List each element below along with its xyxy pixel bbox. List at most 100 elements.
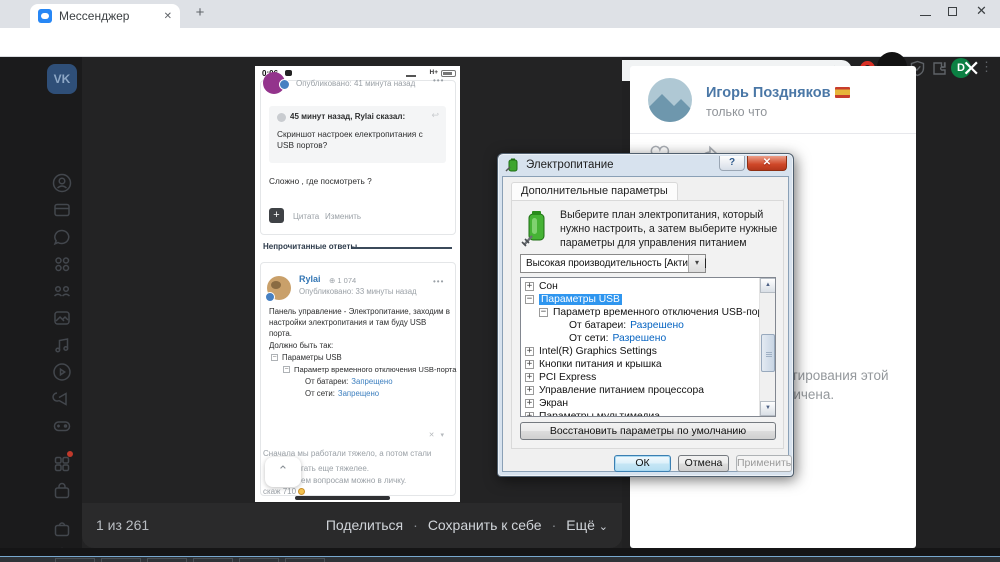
photo-viewer-footer: 1 из 261 Поделиться · Сохранить к себе ·…	[82, 503, 622, 548]
author-name[interactable]: Игорь Поздняков	[706, 85, 850, 101]
post2-author[interactable]: Rylai	[299, 274, 321, 284]
expand-box-icon[interactable]: +	[525, 373, 534, 382]
new-tab-button[interactable]: +	[190, 3, 210, 23]
extensions-puzzle-icon[interactable]	[931, 60, 948, 77]
messenger-favicon-icon	[38, 9, 52, 23]
tree-row-multimedia[interactable]: +Параметры мультимедиа	[521, 410, 758, 417]
sidebar-messenger-icon[interactable]	[51, 226, 73, 248]
author-avatar[interactable]	[648, 78, 692, 122]
sidebar-feed-icon[interactable]	[51, 199, 73, 221]
restore-defaults-button[interactable]: Восстановить параметры по умолчанию	[520, 422, 776, 440]
dialog-help-button[interactable]: ?	[719, 156, 745, 171]
sidebar-miniapps-icon[interactable]	[51, 453, 73, 475]
page-bottom-shadow	[0, 548, 1000, 556]
taskbar-button[interactable]	[193, 558, 233, 562]
taskbar-button[interactable]	[101, 558, 141, 562]
scroll-down-arrow-icon[interactable]: ▼	[760, 401, 776, 416]
taskbar-button[interactable]	[285, 558, 325, 562]
signature-collapse-icons[interactable]: ✕ ▾	[429, 431, 446, 439]
power-plan-dropdown[interactable]: Высокая производительность [Активен] ▾	[520, 254, 706, 273]
selected-tree-item[interactable]: Параметры USB	[539, 294, 622, 305]
sidebar-games-icon[interactable]	[51, 415, 73, 437]
tab-close-icon[interactable]: ✕	[164, 11, 172, 22]
expand-box-icon[interactable]: +	[525, 360, 534, 369]
power-options-dialog[interactable]: Электропитание ? ✕ Дополнительные параме…	[497, 153, 794, 477]
browser-tab[interactable]: Мессенджер ✕	[30, 4, 180, 28]
tree-row-display[interactable]: +Экран	[521, 397, 758, 410]
sidebar-photos-icon[interactable]	[51, 307, 73, 329]
dialog-close-button[interactable]: ✕	[747, 156, 787, 171]
browser-menu-icon[interactable]: ⋮	[980, 59, 993, 75]
share-button[interactable]: Поделиться	[326, 517, 403, 533]
browser-toolbar: ← → ⟳ ⌂ vk.com/im?sel=138300027&z=photo1…	[0, 28, 1000, 57]
post1-plus-button[interactable]: +	[269, 208, 284, 223]
cancel-button[interactable]: Отмена	[678, 455, 729, 472]
post1-published: Опубликовано: 41 минута назад	[296, 79, 415, 88]
windows-taskbar-edge[interactable]	[0, 556, 1000, 562]
sidebar-market-icon[interactable]	[51, 480, 73, 502]
sidebar-profile-icon[interactable]	[51, 172, 73, 194]
tree-row-sleep[interactable]: +Сон	[521, 280, 758, 293]
list-scrollbar[interactable]: ▲ ▼	[759, 278, 775, 416]
post1-edit-button[interactable]: Изменить	[325, 212, 361, 221]
ok-button[interactable]: ОК	[614, 455, 671, 472]
sidebar-video-icon[interactable]	[51, 361, 73, 383]
window-minimize-button[interactable]	[920, 0, 931, 22]
setting-value-link[interactable]: Запрещено	[351, 377, 392, 386]
vk-logo[interactable]: VK	[47, 64, 77, 94]
more-button[interactable]: Ещё ⌄	[566, 517, 608, 533]
post2-menu-icon[interactable]: •••	[433, 277, 444, 286]
tab-advanced-settings[interactable]: Дополнительные параметры	[511, 182, 678, 200]
expand-box-icon[interactable]: +	[525, 399, 534, 408]
dropdown-caret-icon[interactable]: ▾	[688, 255, 705, 272]
close-icon: ✕	[976, 3, 987, 19]
window-close-button[interactable]: ✕	[976, 0, 987, 22]
expand-box-icon[interactable]: +	[525, 386, 534, 395]
scrollbar-thumb[interactable]	[761, 334, 775, 372]
tree-row-usb-settings[interactable]: −Параметры USB	[521, 293, 758, 306]
money-emoji	[298, 488, 305, 495]
expand-box-icon[interactable]: +	[525, 347, 534, 356]
post1-menu-icon[interactable]: •••	[433, 76, 444, 85]
phone-home-indicator	[295, 496, 390, 500]
save-to-profile-button[interactable]: Сохранить к себе	[428, 517, 542, 533]
tree-row-intel-graphics[interactable]: +Intel(R) Graphics Settings	[521, 345, 758, 358]
tree-row-processor[interactable]: +Управление питанием процессора	[521, 384, 758, 397]
viewer-close-icon[interactable]: ✕	[962, 58, 980, 80]
collapse-box-icon[interactable]: −	[539, 308, 548, 317]
tree-row-plugged-in[interactable]: От сети:Разрешено	[521, 332, 758, 345]
collapse-box-icon[interactable]: −	[271, 354, 278, 361]
taskbar-button[interactable]	[55, 558, 95, 562]
tree-row-usb-suspend[interactable]: −Параметр временного отключения USB-порт…	[521, 306, 758, 319]
viewed-photo[interactable]: 0:06 H+ Опубликовано: 41 минута назад ••…	[255, 66, 460, 502]
sidebar-friends-icon[interactable]	[51, 253, 73, 275]
signature-line: скаж 710	[263, 487, 305, 496]
taskbar-button[interactable]	[147, 558, 187, 562]
expand-box-icon[interactable]: +	[525, 282, 534, 291]
expand-box-icon[interactable]: +	[525, 412, 534, 417]
sidebar-music-icon[interactable]	[51, 334, 73, 356]
post1-quote-button[interactable]: Цитата	[293, 212, 319, 221]
quote-text: Скриншот настроек електропитания с USB п…	[277, 129, 439, 151]
setting-value-link[interactable]: Запрещено	[338, 389, 379, 398]
signature-line: гать еще тяжелее.	[301, 464, 369, 473]
sidebar-bag-icon[interactable]	[51, 518, 73, 540]
scroll-to-top-button[interactable]: ⌃	[265, 457, 301, 487]
settings-tree-list[interactable]: +Сон −Параметры USB −Параметр временного…	[520, 277, 776, 417]
collapse-box-icon[interactable]: −	[525, 295, 534, 304]
setting-value-link[interactable]: Разрешено	[612, 333, 666, 344]
tree-row-pci-express[interactable]: +PCI Express	[521, 371, 758, 384]
tree-row-on-battery[interactable]: От батареи:Разрешено	[521, 319, 758, 332]
post1-avatar-badge	[279, 79, 290, 90]
post1-reply-text: Сложно , где посмотреть ?	[269, 176, 372, 186]
scroll-up-arrow-icon[interactable]: ▲	[760, 278, 776, 293]
sidebar-communities-icon[interactable]	[51, 280, 73, 302]
quote-reply-icon[interactable]: ↩	[431, 110, 439, 121]
setting-value-link[interactable]: Разрешено	[630, 320, 684, 331]
taskbar-button[interactable]	[239, 558, 279, 562]
tree-row-power-buttons[interactable]: +Кнопки питания и крышка	[521, 358, 758, 371]
sidebar-clips-icon[interactable]	[51, 388, 73, 410]
spain-flag-icon	[835, 87, 850, 98]
collapse-box-icon[interactable]: −	[283, 366, 290, 373]
window-restore-button[interactable]	[948, 0, 957, 22]
